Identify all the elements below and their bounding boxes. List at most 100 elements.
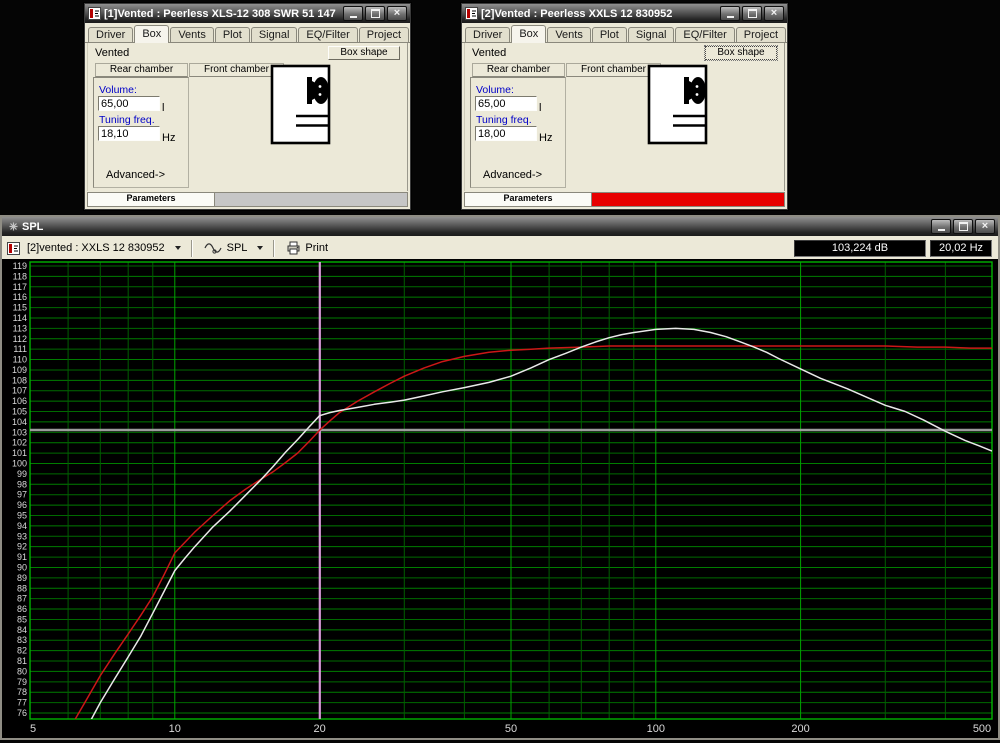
tab-driver[interactable]: Driver [465, 27, 510, 42]
box-type-label: Vented [472, 47, 506, 59]
tab-box[interactable]: Box [511, 25, 546, 43]
toolbar-separator [191, 240, 193, 257]
box-shape-diagram [647, 64, 709, 146]
volume-label: Volume: [476, 84, 514, 96]
box-shape-button[interactable]: Box shape [328, 46, 400, 60]
box-tab-page: Vented Box shape Rear chamber Front cham… [87, 43, 408, 191]
tuning-freq-label: Tuning freq. [476, 114, 532, 126]
svg-text:100: 100 [647, 723, 665, 735]
window-titlebar[interactable]: SPL × [2, 217, 998, 236]
progress-bar [214, 193, 407, 206]
minimize-button[interactable] [343, 6, 363, 21]
rear-chamber-tab[interactable]: Rear chamber [95, 63, 188, 77]
tab-project[interactable]: Project [736, 27, 786, 42]
svg-text:112: 112 [13, 334, 27, 344]
plot-type-dropdown-icon[interactable] [257, 246, 263, 250]
app-icon [465, 7, 478, 20]
svg-text:89: 89 [17, 573, 27, 583]
maximize-button[interactable] [365, 6, 385, 21]
plot-window-icon [8, 221, 19, 232]
tuning-freq-unit: Hz [162, 132, 175, 144]
maximize-icon [748, 9, 757, 18]
svg-text:113: 113 [13, 323, 27, 333]
window-title: SPL [22, 221, 924, 233]
tab-driver[interactable]: Driver [88, 27, 133, 42]
tab-eq-filter[interactable]: EQ/Filter [298, 27, 357, 42]
plot-toolbar: [2]vented : XXLS 12 830952 SPL Print 103… [2, 236, 998, 261]
tab-plot[interactable]: Plot [215, 27, 250, 42]
svg-text:100: 100 [12, 459, 27, 469]
svg-text:92: 92 [17, 542, 27, 552]
rear-chamber-tab[interactable]: Rear chamber [472, 63, 565, 77]
close-button[interactable]: × [387, 6, 407, 21]
minimize-button[interactable] [931, 219, 951, 234]
minimize-button[interactable] [720, 6, 740, 21]
tab-plot[interactable]: Plot [592, 27, 627, 42]
maximize-button[interactable] [953, 219, 973, 234]
volume-label: Volume: [99, 84, 137, 96]
svg-text:80: 80 [17, 666, 27, 676]
volume-input[interactable] [98, 96, 160, 111]
svg-text:78: 78 [17, 687, 27, 697]
volume-input[interactable] [475, 96, 537, 111]
svg-text:76: 76 [17, 708, 27, 718]
svg-text:108: 108 [12, 375, 27, 385]
tuning-freq-input[interactable] [98, 126, 160, 141]
maximize-icon [371, 9, 380, 18]
project-selector[interactable]: [2]vented : XXLS 12 830952 [23, 240, 169, 256]
print-button[interactable]: Print [282, 239, 332, 257]
box-shape-button[interactable]: Box shape [705, 46, 777, 60]
window-title: [1]Vented : Peerless XLS-12 308 SWR 51 1… [104, 8, 336, 20]
window-titlebar[interactable]: [2]Vented : Peerless XXLS 12 830952 × [462, 4, 787, 23]
tab-vents[interactable]: Vents [547, 27, 591, 42]
status-label: Parameters [88, 193, 214, 206]
svg-text:101: 101 [12, 448, 27, 458]
svg-text:99: 99 [17, 469, 27, 479]
window-titlebar[interactable]: [1]Vented : Peerless XLS-12 308 SWR 51 1… [85, 4, 410, 23]
spl-chart[interactable]: 7677787980818283848586878889909192939495… [2, 259, 998, 738]
progress-bar [591, 193, 784, 206]
app-icon [88, 7, 101, 20]
close-button[interactable]: × [764, 6, 784, 21]
svg-text:96: 96 [17, 500, 27, 510]
svg-text:104: 104 [12, 417, 27, 427]
tab-signal[interactable]: Signal [251, 27, 298, 42]
svg-text:117: 117 [13, 282, 27, 292]
tab-eq-filter[interactable]: EQ/Filter [675, 27, 734, 42]
advanced-link[interactable]: Advanced-> [106, 169, 165, 181]
svg-text:91: 91 [17, 552, 27, 562]
svg-text:105: 105 [12, 407, 27, 417]
svg-text:200: 200 [791, 723, 809, 735]
svg-text:114: 114 [13, 313, 27, 323]
project-selector-dropdown-icon[interactable] [175, 246, 181, 250]
tab-vents[interactable]: Vents [170, 27, 214, 42]
svg-text:5: 5 [30, 723, 36, 735]
svg-text:84: 84 [17, 625, 27, 635]
tab-project[interactable]: Project [359, 27, 409, 42]
minimize-icon [938, 229, 945, 231]
maximize-button[interactable] [742, 6, 762, 21]
printer-icon [286, 241, 301, 255]
cursor-frequency-readout: 20,02 Hz [930, 240, 992, 257]
svg-text:106: 106 [12, 396, 27, 406]
close-button[interactable]: × [975, 219, 995, 234]
advanced-link[interactable]: Advanced-> [483, 169, 542, 181]
svg-text:10: 10 [169, 723, 181, 735]
box-shape-diagram [270, 64, 332, 146]
tab-signal[interactable]: Signal [628, 27, 675, 42]
tabstrip: DriverBoxVentsPlotSignalEQ/FilterProject [85, 23, 410, 43]
box-type-label: Vented [95, 47, 129, 59]
svg-text:102: 102 [12, 438, 27, 448]
sine-wave-icon [204, 242, 223, 255]
tab-box[interactable]: Box [134, 25, 169, 43]
tuning-freq-input[interactable] [475, 126, 537, 141]
svg-text:81: 81 [17, 656, 27, 666]
status-bar: Parameters [87, 192, 408, 207]
svg-text:103: 103 [12, 427, 27, 437]
plot-type-selector[interactable]: SPL [200, 240, 252, 257]
svg-text:119: 119 [13, 261, 27, 271]
svg-text:116: 116 [13, 292, 27, 302]
svg-text:109: 109 [12, 365, 27, 375]
tuning-freq-label: Tuning freq. [99, 114, 155, 126]
svg-text:93: 93 [17, 531, 27, 541]
